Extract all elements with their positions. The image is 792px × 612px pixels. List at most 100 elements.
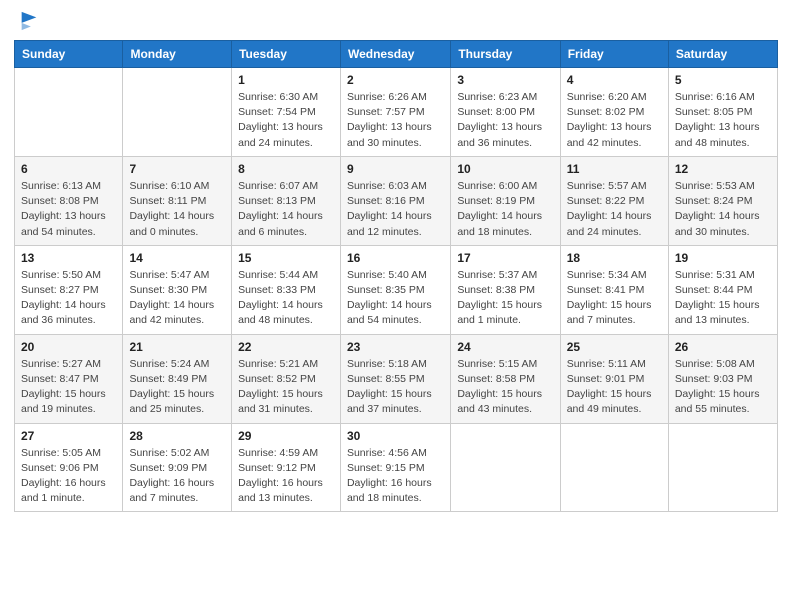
calendar-cell: 11Sunrise: 5:57 AM Sunset: 8:22 PM Dayli… xyxy=(560,156,668,245)
day-number: 9 xyxy=(347,162,444,176)
calendar-cell: 4 Sunrise: 6:20 AM Sunset: 8:02 PM Daylig… xyxy=(560,68,668,157)
day-number: 27 xyxy=(21,429,116,443)
day-info: Sunrise: 6:10 AM Sunset: 8:11 PM Dayligh… xyxy=(129,179,225,240)
day-info: Sunrise: 5:44 AM Sunset: 8:33 PM Dayligh… xyxy=(238,268,334,329)
day-number: 21 xyxy=(129,340,225,354)
day-info: Sunrise: 6:23 AM Sunset: 8:00 PM Dayligh… xyxy=(457,90,553,151)
day-info: Sunrise: 5:50 AM Sunset: 8:27 PM Dayligh… xyxy=(21,268,116,329)
header xyxy=(14,10,778,32)
day-number: 29 xyxy=(238,429,334,443)
day-number: 10 xyxy=(457,162,553,176)
day-number: 4 xyxy=(567,73,662,87)
weekday-header-monday: Monday xyxy=(123,41,232,68)
day-number: 12 xyxy=(675,162,771,176)
day-number: 16 xyxy=(347,251,444,265)
day-number: 18 xyxy=(567,251,662,265)
calendar-cell: 19 Sunrise: 5:31 AM Sunset: 8:44 PM Dayli… xyxy=(668,245,777,334)
calendar-cell: 21 Sunrise: 5:24 AM Sunset: 8:49 PM Dayli… xyxy=(123,334,232,423)
day-number: 25 xyxy=(567,340,662,354)
calendar-cell: 30 Sunrise: 4:56 AM Sunset: 9:15 PM Dayli… xyxy=(340,423,450,512)
day-number: 3 xyxy=(457,73,553,87)
day-number: 28 xyxy=(129,429,225,443)
day-info: Sunrise: 6:16 AM Sunset: 8:05 PM Dayligh… xyxy=(675,90,771,151)
day-number: 26 xyxy=(675,340,771,354)
weekday-header-tuesday: Tuesday xyxy=(232,41,341,68)
calendar-cell: 14Sunrise: 5:47 AM Sunset: 8:30 PM Dayli… xyxy=(123,245,232,334)
day-info: Sunrise: 5:47 AM Sunset: 8:30 PM Dayligh… xyxy=(129,268,225,329)
week-row-4: 27 Sunrise: 5:05 AM Sunset: 9:06 PM Dayli… xyxy=(15,423,778,512)
weekday-header-wednesday: Wednesday xyxy=(340,41,450,68)
day-info: Sunrise: 5:40 AM Sunset: 8:35 PM Dayligh… xyxy=(347,268,444,329)
calendar-cell: 20Sunrise: 5:27 AM Sunset: 8:47 PM Dayli… xyxy=(15,334,123,423)
calendar-cell: 23 Sunrise: 5:18 AM Sunset: 8:55 PM Dayli… xyxy=(340,334,450,423)
day-info: Sunrise: 6:20 AM Sunset: 8:02 PM Dayligh… xyxy=(567,90,662,151)
day-info: Sunrise: 5:24 AM Sunset: 8:49 PM Dayligh… xyxy=(129,357,225,418)
calendar-cell: 29 Sunrise: 4:59 AM Sunset: 9:12 PM Dayli… xyxy=(232,423,341,512)
weekday-header-saturday: Saturday xyxy=(668,41,777,68)
calendar-cell: 13 Sunrise: 5:50 AM Sunset: 8:27 PM Dayli… xyxy=(15,245,123,334)
calendar-cell: 15 Sunrise: 5:44 AM Sunset: 8:33 PM Dayli… xyxy=(232,245,341,334)
day-number: 5 xyxy=(675,73,771,87)
day-info: Sunrise: 4:59 AM Sunset: 9:12 PM Dayligh… xyxy=(238,446,334,507)
week-row-3: 20Sunrise: 5:27 AM Sunset: 8:47 PM Dayli… xyxy=(15,334,778,423)
day-info: Sunrise: 5:18 AM Sunset: 8:55 PM Dayligh… xyxy=(347,357,444,418)
day-number: 22 xyxy=(238,340,334,354)
day-info: Sunrise: 5:08 AM Sunset: 9:03 PM Dayligh… xyxy=(675,357,771,418)
day-number: 2 xyxy=(347,73,444,87)
day-info: Sunrise: 6:26 AM Sunset: 7:57 PM Dayligh… xyxy=(347,90,444,151)
calendar-cell: 2 Sunrise: 6:26 AM Sunset: 7:57 PM Daylig… xyxy=(340,68,450,157)
day-info: Sunrise: 4:56 AM Sunset: 9:15 PM Dayligh… xyxy=(347,446,444,507)
day-info: Sunrise: 5:02 AM Sunset: 9:09 PM Dayligh… xyxy=(129,446,225,507)
day-info: Sunrise: 5:57 AM Sunset: 8:22 PM Dayligh… xyxy=(567,179,662,240)
day-info: Sunrise: 5:15 AM Sunset: 8:58 PM Dayligh… xyxy=(457,357,553,418)
day-number: 13 xyxy=(21,251,116,265)
day-number: 24 xyxy=(457,340,553,354)
calendar-cell: 12 Sunrise: 5:53 AM Sunset: 8:24 PM Dayli… xyxy=(668,156,777,245)
calendar-table: SundayMondayTuesdayWednesdayThursdayFrid… xyxy=(14,40,778,512)
weekday-header-sunday: Sunday xyxy=(15,41,123,68)
day-info: Sunrise: 6:00 AM Sunset: 8:19 PM Dayligh… xyxy=(457,179,553,240)
day-number: 20 xyxy=(21,340,116,354)
calendar-cell: 3 Sunrise: 6:23 AM Sunset: 8:00 PM Daylig… xyxy=(451,68,560,157)
calendar-cell: 7Sunrise: 6:10 AM Sunset: 8:11 PM Daylig… xyxy=(123,156,232,245)
day-number: 1 xyxy=(238,73,334,87)
calendar-cell: 22 Sunrise: 5:21 AM Sunset: 8:52 PM Dayli… xyxy=(232,334,341,423)
calendar-cell xyxy=(451,423,560,512)
logo-flag-icon xyxy=(18,10,40,32)
day-info: Sunrise: 5:34 AM Sunset: 8:41 PM Dayligh… xyxy=(567,268,662,329)
day-number: 8 xyxy=(238,162,334,176)
day-number: 17 xyxy=(457,251,553,265)
day-number: 30 xyxy=(347,429,444,443)
day-number: 6 xyxy=(21,162,116,176)
week-row-1: 6 Sunrise: 6:13 AM Sunset: 8:08 PM Daylig… xyxy=(15,156,778,245)
calendar-cell: 27 Sunrise: 5:05 AM Sunset: 9:06 PM Dayli… xyxy=(15,423,123,512)
calendar-cell: 6 Sunrise: 6:13 AM Sunset: 8:08 PM Daylig… xyxy=(15,156,123,245)
calendar-cell: 5 Sunrise: 6:16 AM Sunset: 8:05 PM Daylig… xyxy=(668,68,777,157)
day-info: Sunrise: 5:31 AM Sunset: 8:44 PM Dayligh… xyxy=(675,268,771,329)
day-number: 19 xyxy=(675,251,771,265)
day-number: 23 xyxy=(347,340,444,354)
day-info: Sunrise: 6:30 AM Sunset: 7:54 PM Dayligh… xyxy=(238,90,334,151)
calendar-cell xyxy=(560,423,668,512)
week-row-2: 13 Sunrise: 5:50 AM Sunset: 8:27 PM Dayli… xyxy=(15,245,778,334)
weekday-header-row: SundayMondayTuesdayWednesdayThursdayFrid… xyxy=(15,41,778,68)
calendar-cell: 28 Sunrise: 5:02 AM Sunset: 9:09 PM Dayli… xyxy=(123,423,232,512)
calendar-cell: 16 Sunrise: 5:40 AM Sunset: 8:35 PM Dayli… xyxy=(340,245,450,334)
day-info: Sunrise: 5:53 AM Sunset: 8:24 PM Dayligh… xyxy=(675,179,771,240)
day-info: Sunrise: 5:05 AM Sunset: 9:06 PM Dayligh… xyxy=(21,446,116,507)
day-info: Sunrise: 6:03 AM Sunset: 8:16 PM Dayligh… xyxy=(347,179,444,240)
calendar-page: SundayMondayTuesdayWednesdayThursdayFrid… xyxy=(0,0,792,526)
calendar-cell: 18 Sunrise: 5:34 AM Sunset: 8:41 PM Dayli… xyxy=(560,245,668,334)
day-info: Sunrise: 6:07 AM Sunset: 8:13 PM Dayligh… xyxy=(238,179,334,240)
calendar-cell: 1 Sunrise: 6:30 AM Sunset: 7:54 PM Daylig… xyxy=(232,68,341,157)
day-number: 15 xyxy=(238,251,334,265)
day-info: Sunrise: 5:21 AM Sunset: 8:52 PM Dayligh… xyxy=(238,357,334,418)
day-info: Sunrise: 6:13 AM Sunset: 8:08 PM Dayligh… xyxy=(21,179,116,240)
calendar-cell: 17 Sunrise: 5:37 AM Sunset: 8:38 PM Dayli… xyxy=(451,245,560,334)
calendar-cell: 24 Sunrise: 5:15 AM Sunset: 8:58 PM Dayli… xyxy=(451,334,560,423)
calendar-cell xyxy=(15,68,123,157)
calendar-cell: 25 Sunrise: 5:11 AM Sunset: 9:01 PM Dayli… xyxy=(560,334,668,423)
day-info: Sunrise: 5:37 AM Sunset: 8:38 PM Dayligh… xyxy=(457,268,553,329)
logo xyxy=(14,10,40,32)
day-info: Sunrise: 5:11 AM Sunset: 9:01 PM Dayligh… xyxy=(567,357,662,418)
